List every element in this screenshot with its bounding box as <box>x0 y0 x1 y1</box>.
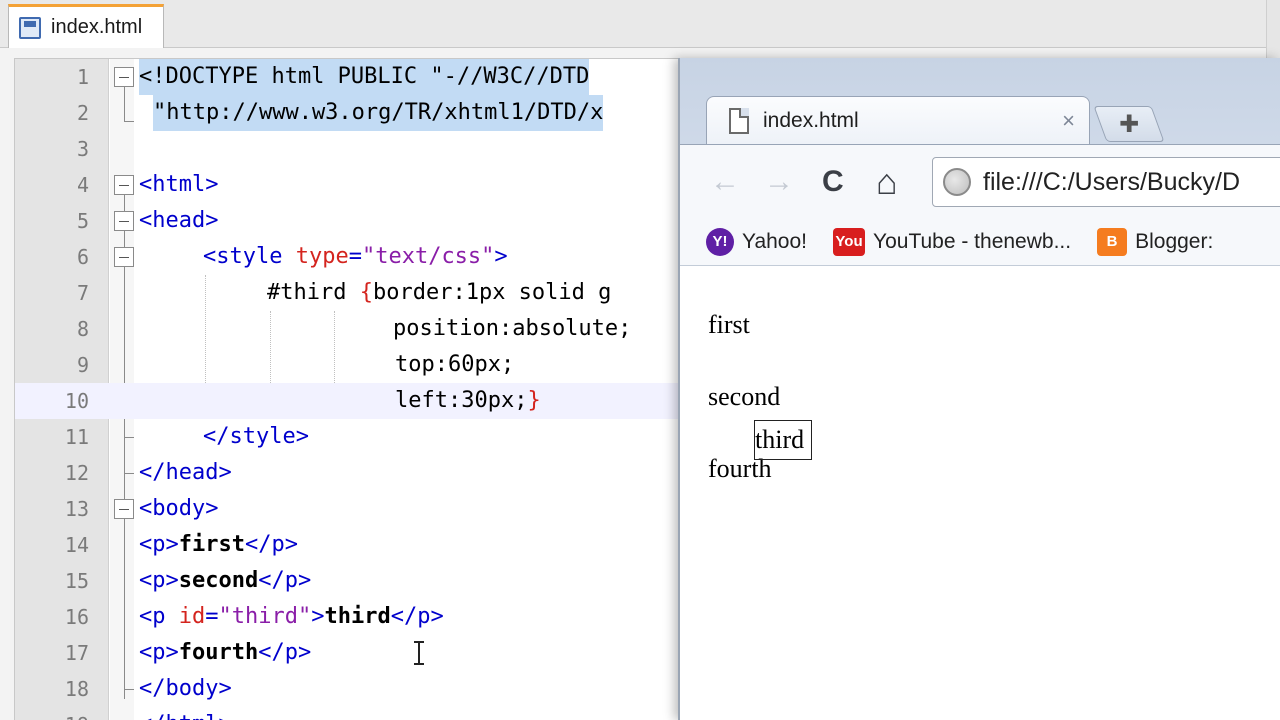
new-tab-button[interactable]: ✚ <box>1093 106 1165 142</box>
line-number: 14 <box>64 533 89 557</box>
editor-tab-index[interactable]: index.html <box>8 4 164 48</box>
code-text: <p>fourth</p> <box>139 640 312 665</box>
line-number: 10 <box>64 389 89 413</box>
code-text: </body> <box>139 676 232 701</box>
line-number: 17 <box>64 641 89 665</box>
code-text: </style> <box>203 424 309 449</box>
editor-scrollbar[interactable] <box>1266 0 1280 60</box>
bookmark-blogger[interactable]: B Blogger: <box>1097 227 1214 256</box>
forward-button[interactable]: → <box>764 165 794 199</box>
code-text: </html> <box>139 707 232 720</box>
code-text: left:30px;} <box>395 388 541 413</box>
saved-file-icon <box>19 16 41 39</box>
browser-tab-title: index.html <box>763 108 859 132</box>
bookmark-label: Blogger: <box>1135 229 1214 253</box>
paragraph-third: third <box>754 420 812 460</box>
editor-tab-bar: index.html <box>0 0 1280 48</box>
code-text: <style type="text/css"> <box>203 244 508 269</box>
code-text: top:60px; <box>395 352 515 377</box>
line-number: 3 <box>76 137 89 161</box>
line-number: 11 <box>64 425 89 449</box>
browser-frame: index.html × ✚ ← → C ⌂ file:///C:/Users/… <box>680 58 1280 266</box>
line-number: 1 <box>76 65 89 89</box>
code-text: <!DOCTYPE html PUBLIC "-//W3C//DTD <box>139 59 590 95</box>
editor-tab-label: index.html <box>51 16 143 38</box>
code-text: <body> <box>139 496 219 521</box>
plus-icon: ✚ <box>1118 110 1140 138</box>
youtube-icon: You <box>833 227 865 256</box>
code-text: <p>first</p> <box>139 532 298 557</box>
code-text: position:absolute; <box>393 316 632 341</box>
code-text: #third {border:1px solid g <box>267 280 612 305</box>
fold-toggle-icon[interactable] <box>114 175 134 195</box>
globe-icon <box>943 168 971 196</box>
line-number: 18 <box>64 677 89 701</box>
yahoo-icon: Y! <box>706 227 734 256</box>
page-icon <box>729 107 749 134</box>
paragraph-second: second <box>708 382 781 411</box>
fold-toggle-icon[interactable] <box>114 247 134 267</box>
reload-button[interactable]: C <box>822 165 844 199</box>
page-viewport[interactable]: first second fourth third <box>680 268 1280 720</box>
home-button[interactable]: ⌂ <box>876 164 898 200</box>
line-number: 6 <box>76 245 89 269</box>
line-number: 7 <box>76 281 89 305</box>
bookmark-label: YouTube - thenewb... <box>873 229 1072 253</box>
code-text: "http://www.w3.org/TR/xhtml1/DTD/x <box>153 95 604 131</box>
fold-toggle-icon[interactable] <box>114 499 134 519</box>
bookmark-yahoo[interactable]: Y! Yahoo! <box>706 227 807 256</box>
code-text: </head> <box>139 460 232 485</box>
code-text: <p>second</p> <box>139 568 312 593</box>
fold-toggle-icon[interactable] <box>114 211 134 231</box>
address-bar[interactable]: file:///C:/Users/Bucky/D <box>932 157 1280 207</box>
line-number: 16 <box>64 605 89 629</box>
close-tab-icon[interactable]: × <box>1062 108 1075 134</box>
line-number: 5 <box>76 209 89 233</box>
line-number: 15 <box>64 569 89 593</box>
bookmarks-bar: Y! Yahoo! You YouTube - thenewb... B Blo… <box>680 218 1280 266</box>
address-url: file:///C:/Users/Bucky/D <box>983 167 1240 196</box>
back-button[interactable]: ← <box>710 165 740 199</box>
bookmark-youtube[interactable]: You YouTube - thenewb... <box>833 227 1072 256</box>
line-number: 4 <box>76 173 89 197</box>
code-text: <head> <box>139 208 219 233</box>
code-text: <p id="third">third</p> <box>139 604 444 629</box>
browser-tab[interactable]: index.html × <box>706 96 1090 144</box>
line-number: 2 <box>76 101 89 125</box>
paragraph-first: first <box>708 310 750 339</box>
line-number: 12 <box>64 461 89 485</box>
line-number: 8 <box>76 317 89 341</box>
blogger-icon: B <box>1097 227 1128 256</box>
browser-window: index.html × ✚ ← → C ⌂ file:///C:/Users/… <box>678 58 1280 720</box>
bookmark-label: Yahoo! <box>742 229 807 253</box>
browser-toolbar: ← → C ⌂ file:///C:/Users/Bucky/D <box>680 144 1280 218</box>
code-text: <html> <box>139 172 219 197</box>
line-number: 19 <box>15 707 89 720</box>
line-number: 9 <box>76 353 89 377</box>
line-number: 13 <box>64 497 89 521</box>
fold-toggle-icon[interactable] <box>114 67 134 87</box>
